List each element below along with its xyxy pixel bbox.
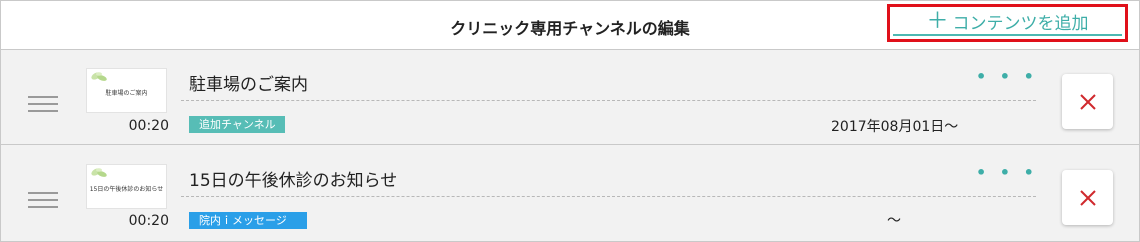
schedule-date: 〜 [887, 213, 901, 229]
leaf-icon [91, 168, 107, 177]
item-title: 15日の午後休診のお知らせ [189, 171, 398, 191]
thumbnail: 15日の午後休診のお知らせ [86, 164, 167, 209]
list-item: 駐車場のご案内 00:20 駐車場のご案内 • • • 追加チャンネル 2017… [1, 50, 1139, 145]
header-bar: クリニック専用チャンネルの編集 ＋ コンテンツを追加 [1, 1, 1139, 50]
divider [181, 196, 1036, 197]
duration: 00:20 [128, 213, 169, 229]
list-item: 15日の午後休診のお知らせ 00:20 15日の午後休診のお知らせ • • • … [1, 146, 1139, 240]
channel-editor: クリニック専用チャンネルの編集 ＋ コンテンツを追加 駐車場のご案内 00:20… [0, 0, 1140, 242]
close-icon [1079, 189, 1096, 206]
duration: 00:20 [128, 118, 169, 134]
divider [181, 100, 1036, 101]
status-badge: 院内ｉメッセージ [189, 212, 307, 229]
add-content-label: コンテンツを追加 [952, 14, 1089, 34]
thumbnail: 駐車場のご案内 [86, 68, 167, 113]
leaf-icon [91, 72, 107, 81]
plus-icon: ＋ [926, 8, 949, 34]
delete-button[interactable] [1062, 170, 1113, 225]
delete-button[interactable] [1062, 74, 1113, 129]
thumbnail-caption: 15日の午後休診のお知らせ [89, 186, 164, 193]
more-options-icon[interactable]: • • • [976, 163, 1038, 182]
thumbnail-caption: 駐車場のご案内 [105, 90, 148, 97]
drag-handle-icon[interactable] [28, 192, 58, 209]
item-title: 駐車場のご案内 [189, 75, 308, 95]
drag-handle-icon[interactable] [28, 96, 58, 113]
more-options-icon[interactable]: • • • [976, 67, 1038, 86]
close-icon [1079, 93, 1096, 110]
schedule-date: 2017年08月01日〜 [831, 119, 959, 135]
status-badge: 追加チャンネル [189, 116, 285, 133]
add-content-button[interactable]: ＋ コンテンツを追加 [887, 4, 1128, 42]
